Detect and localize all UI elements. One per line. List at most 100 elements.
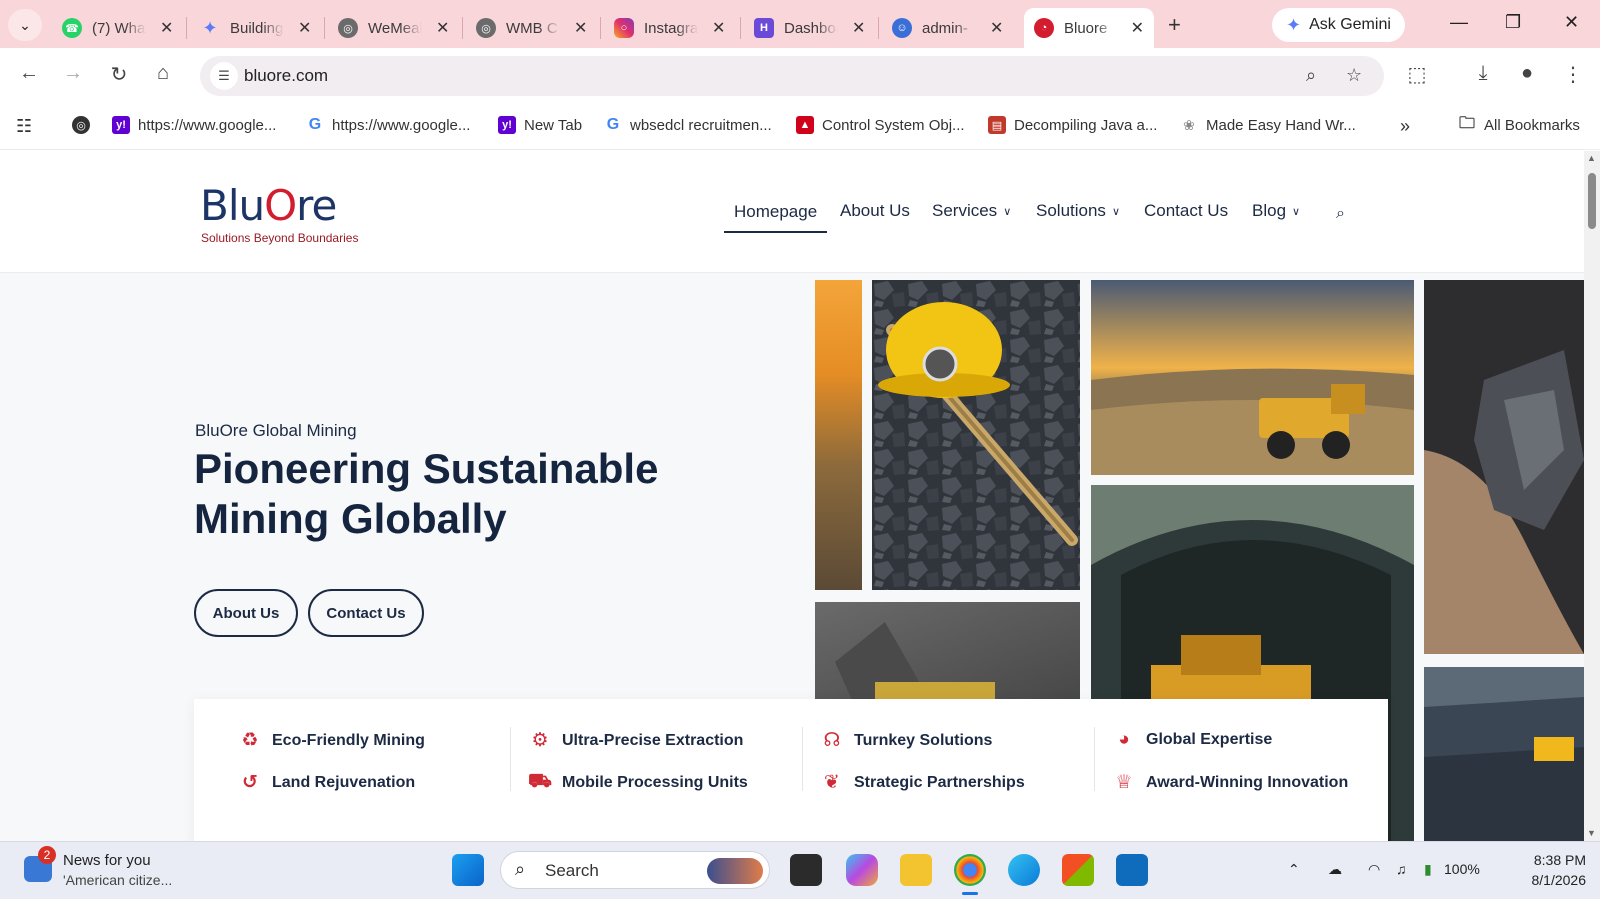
taskbar-search[interactable]: ⌕ Search <box>500 851 770 889</box>
hero-title: Pioneering Sustainable Mining Globally <box>194 445 659 542</box>
feature-item: ◕ Global Expertise <box>1112 729 1272 751</box>
dashboard-icon: H <box>754 18 774 38</box>
scroll-down-arrow[interactable]: ▼ <box>1587 828 1596 838</box>
reload-button[interactable]: ↻ <box>106 62 132 87</box>
volume-icon[interactable]: ♫ <box>1396 861 1407 877</box>
zoom-icon[interactable]: ⌕ <box>1306 65 1316 86</box>
search-icon: ⌕ <box>515 859 526 879</box>
url-text[interactable]: bluore.com <box>244 66 328 86</box>
new-tab-button[interactable]: + <box>1168 12 1181 38</box>
tab-building[interactable]: ✦ Building ✕ <box>190 8 321 48</box>
about-us-button[interactable]: About Us <box>194 589 298 637</box>
close-icon[interactable]: ✕ <box>160 18 173 38</box>
address-bar[interactable]: ☰ bluore.com ⌕ ☆ <box>200 56 1384 96</box>
tab-wmb[interactable]: ◎ WMB C ✕ <box>466 8 597 48</box>
close-icon[interactable]: ✕ <box>852 18 865 38</box>
clock[interactable]: 8:38 PM 8/1/2026 <box>1512 850 1587 890</box>
wifi-icon[interactable]: ◠ <box>1368 861 1380 878</box>
outlook-icon[interactable] <box>1116 854 1148 886</box>
scroll-up-arrow[interactable]: ▲ <box>1587 153 1596 163</box>
gear-icon: ⚙ <box>531 730 549 751</box>
ask-gemini-button[interactable]: ✦ Ask Gemini <box>1272 8 1405 42</box>
battery-icon[interactable]: ▮ <box>1424 861 1432 878</box>
restore-button[interactable]: ❐ <box>1505 12 1521 33</box>
feature-item: ⚙ Ultra-Precise Extraction <box>528 729 743 752</box>
tab-admin[interactable]: ☺ admin- ✕ <box>882 8 1013 48</box>
browser-toolbar: ← → ↻ ⌂ ☰ bluore.com ⌕ ☆ ⬚ ⤓ ● ⋮ <box>0 48 1600 102</box>
site-search-icon[interactable]: ⌕ <box>1336 205 1345 223</box>
bookmark-item[interactable]: Gwbsedcl recruitmen... <box>604 116 772 134</box>
bookmark-item[interactable]: y! New Tab <box>498 116 582 134</box>
tab-bluore-active[interactable]: ◔ Bluore ✕ <box>1024 8 1154 48</box>
profile-avatar[interactable]: ● <box>1514 62 1540 85</box>
more-bookmarks-icon[interactable]: » <box>1400 116 1410 137</box>
windows-start-icon[interactable] <box>452 854 484 886</box>
contact-us-button[interactable]: Contact Us <box>308 589 424 637</box>
home-button[interactable]: ⌂ <box>150 62 176 85</box>
bookmark-item[interactable]: ▲ Control System Obj... <box>796 116 965 134</box>
page-scrollbar[interactable]: ▲ ▼ <box>1584 151 1600 841</box>
task-view-icon[interactable] <box>790 854 822 886</box>
tab-whatsapp[interactable]: ☎ (7) WhatsApp ✕ <box>52 8 183 48</box>
edge-icon[interactable] <box>1008 854 1040 886</box>
feature-item: ❦ Strategic Partnerships <box>820 771 1025 794</box>
quarry-excavator-photo <box>1424 667 1584 841</box>
bluore-logo[interactable]: BluOre Solutions Beyond Boundaries <box>200 181 380 245</box>
tab-wemeal[interactable]: ◎ WeMeal ✕ <box>328 8 459 48</box>
chrome-icon[interactable] <box>954 854 986 886</box>
minimize-button[interactable]: — <box>1450 12 1468 33</box>
admin-icon: ☺ <box>892 18 912 38</box>
bookmark-item[interactable]: ▤ Decompiling Java a... <box>988 116 1157 134</box>
scrollbar-thumb[interactable] <box>1588 173 1596 229</box>
back-button[interactable]: ← <box>16 62 42 85</box>
forward-button[interactable]: → <box>60 62 86 85</box>
extensions-icon[interactable]: ⬚ <box>1404 62 1430 87</box>
feature-item: ♕ Award-Winning Innovation <box>1112 771 1348 794</box>
pdf-icon: ▲ <box>796 116 814 134</box>
all-bookmarks-folder[interactable]: 🗀 All Bookmarks <box>1458 115 1580 134</box>
whatsapp-icon: ☎ <box>62 18 82 38</box>
file-explorer-icon[interactable] <box>900 854 932 886</box>
nav-services[interactable]: Services ∨ <box>932 201 1011 221</box>
close-icon[interactable]: ✕ <box>990 18 1003 38</box>
globe-icon: ◎ <box>476 18 496 38</box>
active-app-indicator <box>962 892 978 895</box>
tab-instagram[interactable]: ○ Instagram ✕ <box>604 8 735 48</box>
more-menu-icon[interactable]: ⋮ <box>1560 62 1586 87</box>
bookmark-item[interactable]: Ghttps://www.google... <box>306 116 471 134</box>
close-window-button[interactable]: ✕ <box>1564 12 1579 33</box>
close-icon[interactable]: ✕ <box>1131 18 1144 38</box>
bookmark-item[interactable]: ❀ Made Easy Hand Wr... <box>1180 116 1356 134</box>
show-hidden-icons[interactable]: ⌃ <box>1288 861 1300 878</box>
tab-dashboard[interactable]: H Dashboard ✕ <box>744 8 875 48</box>
close-icon[interactable]: ✕ <box>436 18 449 38</box>
site-header: BluOre Solutions Beyond Boundaries Homep… <box>0 151 1584 273</box>
features-panel: ♻ Eco-Friendly Mining ↺ Land Rejuvenation … <box>194 699 1388 841</box>
apps-grid-icon[interactable]: ☷ <box>16 116 32 137</box>
recycle-icon: ♻ <box>241 730 259 751</box>
gemini-icon: ✦ <box>1286 14 1302 35</box>
copilot-icon[interactable] <box>846 854 878 886</box>
close-icon[interactable]: ✕ <box>574 18 587 38</box>
feature-item: ↺ Land Rejuvenation <box>238 771 415 794</box>
nav-contact-us[interactable]: Contact Us <box>1144 201 1228 221</box>
store-icon[interactable] <box>1062 854 1094 886</box>
site-info-icon[interactable]: ☰ <box>210 62 238 90</box>
bookmark-globe[interactable]: ◎ <box>72 116 98 134</box>
download-icon[interactable]: ⤓ <box>1470 62 1496 85</box>
close-icon[interactable]: ✕ <box>712 18 725 38</box>
bookmark-item[interactable]: y! https://www.google... <box>112 116 276 134</box>
feature-item: ♻ Eco-Friendly Mining <box>238 729 424 752</box>
onedrive-icon[interactable]: ☁ <box>1328 861 1342 878</box>
handshake-icon: ❦ <box>824 772 840 793</box>
tab-search-menu-button[interactable]: ⌄ <box>8 9 42 41</box>
tab-strip: ⌄ ☎ (7) WhatsApp ✕ ✦ Building ✕ ◎ WeMeal… <box>0 0 1600 48</box>
bookmark-star-icon[interactable]: ☆ <box>1346 65 1362 86</box>
nav-blog[interactable]: Blog ∨ <box>1252 201 1300 221</box>
news-title[interactable]: News for you <box>63 852 151 869</box>
nav-solutions[interactable]: Solutions ∨ <box>1036 201 1120 221</box>
close-icon[interactable]: ✕ <box>298 18 311 38</box>
nav-about-us[interactable]: About Us <box>840 201 910 221</box>
news-subtitle[interactable]: 'American citize... <box>63 872 172 888</box>
nav-homepage[interactable]: Homepage <box>724 202 828 233</box>
